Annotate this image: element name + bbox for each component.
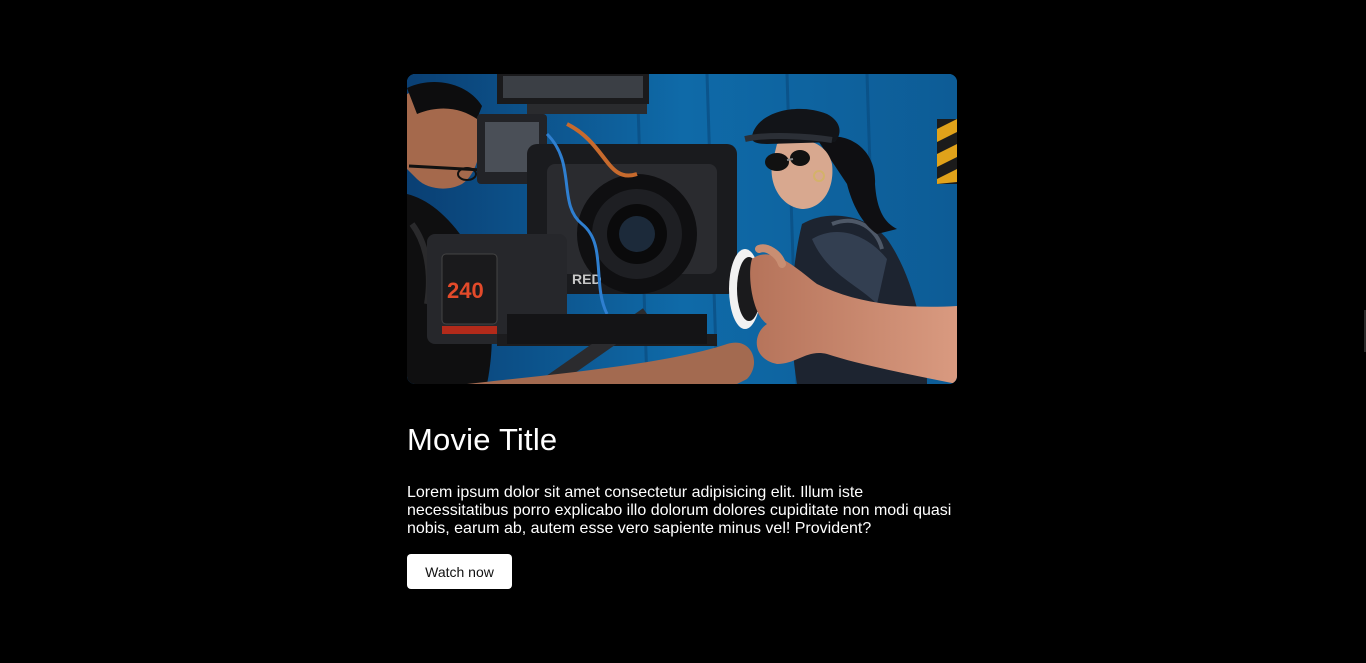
battery-label: 240 <box>447 278 484 303</box>
camera-brand-label: RED <box>572 271 602 287</box>
movie-title: Movie Title <box>407 422 558 457</box>
hero-photo: 240 RED <box>407 74 957 384</box>
movie-hero-image: 240 RED <box>407 74 957 384</box>
watch-now-button[interactable]: Watch now <box>407 554 512 589</box>
movie-description: Lorem ipsum dolor sit amet consectetur a… <box>407 484 952 537</box>
page: 240 RED Movie Title Lorem ipsum dolor si… <box>0 0 1366 663</box>
movie-card: 240 RED Movie Title Lorem ipsum dolor si… <box>407 74 957 589</box>
